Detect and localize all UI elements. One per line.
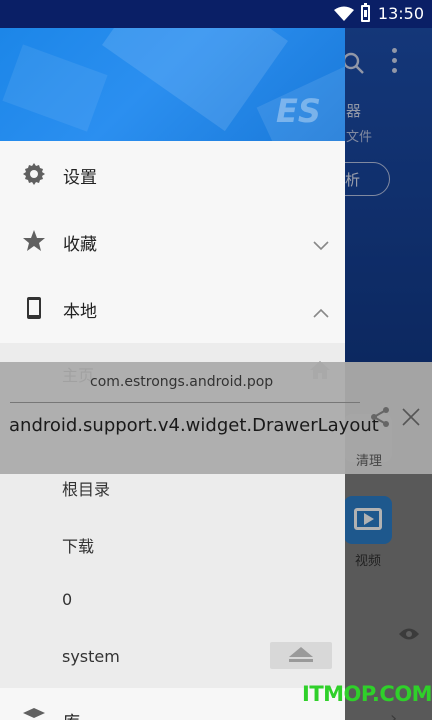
menu-item-local[interactable]: 本地: [0, 275, 345, 341]
class-name: android.support.v4.widget.DrawerLayout: [9, 415, 379, 436]
star-icon: [22, 229, 46, 253]
menu-item-favorites[interactable]: 收藏: [0, 208, 345, 274]
es-logo: ES: [276, 92, 321, 130]
package-name: com.estrongs.android.pop: [90, 374, 274, 390]
chevron-up-icon[interactable]: [313, 303, 329, 322]
status-bar: 13:50: [0, 0, 432, 28]
phone-icon: [22, 296, 46, 320]
menu-item-label: 收藏: [63, 235, 97, 255]
inspector-popup: com.estrongs.android.pop android.support…: [0, 362, 432, 474]
local-item-system[interactable]: system: [62, 647, 120, 666]
menu-item-label: 本地: [63, 302, 97, 322]
close-icon[interactable]: [402, 408, 420, 430]
local-item-root[interactable]: 根目录: [62, 476, 110, 500]
wifi-icon: [334, 6, 354, 26]
menu-item-settings[interactable]: 设置: [0, 141, 345, 207]
status-time: 13:50: [377, 4, 424, 23]
drawer-header: ES: [0, 28, 345, 141]
battery-icon: [361, 3, 370, 22]
clean-label: 清理: [356, 454, 383, 469]
menu-item-label: 库: [63, 708, 80, 720]
menu-item-label: 设置: [63, 168, 97, 188]
chevron-down-icon[interactable]: [313, 236, 329, 255]
watermark: ITMOP.COM: [302, 682, 432, 706]
local-item-download[interactable]: 下载: [62, 533, 94, 557]
layers-icon: [22, 706, 46, 720]
popup-divider: [10, 402, 360, 403]
local-item-storage-0[interactable]: 0: [62, 590, 72, 609]
scroll-to-top-handle[interactable]: [270, 642, 332, 669]
share-icon[interactable]: [370, 407, 390, 431]
menu-item-library[interactable]: 库: [0, 688, 345, 720]
gear-icon: [22, 162, 46, 186]
